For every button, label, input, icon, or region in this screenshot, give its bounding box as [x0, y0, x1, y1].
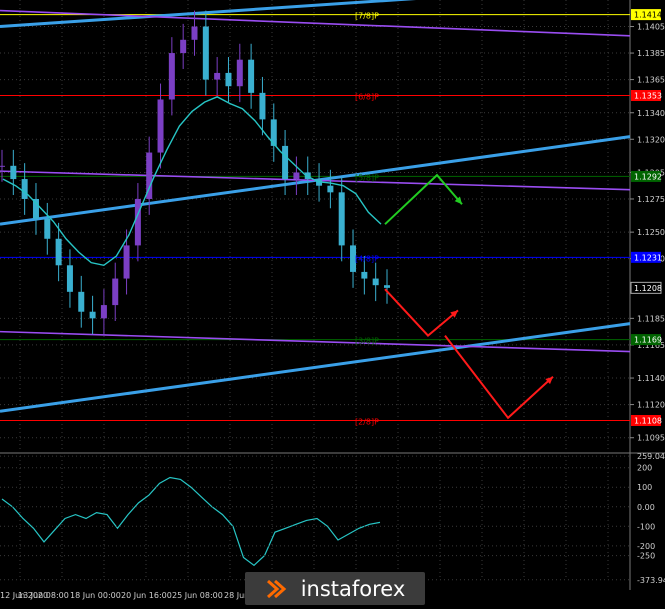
candle-body: [157, 99, 164, 153]
level-label: [2/8]P: [355, 417, 379, 426]
candle-body: [0, 165, 5, 167]
price-tag-label: 1.1231: [634, 253, 662, 262]
price-tag-label: 1.1414: [634, 11, 662, 20]
candle-body: [21, 179, 28, 199]
instaforex-watermark: instaforex: [245, 572, 425, 605]
level-label: [4/8]P: [355, 254, 379, 263]
candle-body: [214, 72, 221, 80]
candle-body: [180, 39, 187, 54]
time-axis-label: 20 Jun 16:00: [121, 591, 172, 600]
price-tick-label: 1.1275: [637, 195, 665, 204]
candle-body: [372, 278, 379, 286]
osc-tick-label: -250: [637, 552, 655, 561]
osc-tick-label: -373.947: [637, 576, 665, 585]
level-label: [5/8]P: [355, 173, 379, 182]
candle-body: [191, 26, 198, 40]
osc-tick-label: 259.041: [637, 452, 665, 461]
price-tick-label: 1.1320: [637, 135, 665, 144]
price-tick-label: 1.1385: [637, 49, 665, 58]
chart-canvas: [7/8]P [6/8]P [5/8]P [4/8]P [3/8]P [2/8]P 1.14…: [0, 0, 665, 605]
osc-tick-label: 200: [637, 464, 652, 473]
price-tick-label: 1.1120: [637, 401, 665, 410]
forex-chart: [7/8]P [6/8]P [5/8]P [4/8]P [3/8]P [2/8]P 1.14…: [0, 0, 665, 605]
level-label: [7/8]P: [355, 12, 379, 21]
candle-body: [123, 245, 130, 279]
candle-body: [134, 198, 141, 246]
time-axis-label: 18 Jun 00:00: [70, 591, 121, 600]
osc-tick-label: 100: [637, 483, 652, 492]
price-tick-label: 1.1340: [637, 109, 665, 118]
price-tick-label: 1.1405: [637, 23, 665, 32]
instaforex-logo-icon: [266, 579, 286, 598]
price-tick-label: 1.1185: [637, 314, 665, 323]
price-tick-label: 1.1250: [637, 228, 665, 237]
price-tag-label: 1.1208: [634, 284, 662, 293]
price-tag-label: 1.1292: [634, 172, 662, 181]
candle-body: [361, 271, 368, 279]
candle-body: [259, 92, 266, 120]
candle-body: [10, 165, 17, 180]
price-tag-label: 1.1353: [634, 92, 662, 101]
osc-tick-label: -200: [637, 542, 655, 551]
candle-body: [384, 285, 390, 288]
price-tick-label: 1.1365: [637, 76, 665, 85]
osc-tick-label: -100: [637, 522, 655, 531]
candle-body: [168, 53, 175, 100]
candle-body: [327, 185, 334, 193]
watermark-text: instaforex: [300, 576, 406, 601]
level-label: [3/8]P: [355, 337, 379, 346]
price-tick-label: 1.1140: [637, 374, 665, 383]
candle-body: [55, 238, 62, 266]
candle-body: [248, 59, 255, 93]
candle-body: [66, 265, 73, 292]
candle-body: [236, 59, 243, 87]
price-tick-label: 1.1095: [637, 434, 665, 443]
candle-body: [44, 218, 51, 239]
candle-body: [282, 145, 289, 180]
candle-body: [293, 172, 300, 180]
candle-body: [338, 192, 345, 246]
candle-body: [100, 305, 107, 319]
time-axis-label: 13 Jun 08:00: [18, 591, 69, 600]
price-tag-label: 1.1108: [634, 416, 662, 425]
candle-body: [78, 291, 85, 312]
candle-body: [112, 278, 119, 306]
candle-body: [202, 26, 209, 80]
level-label: [6/8]P: [355, 93, 379, 102]
time-axis-label: 25 Jun 08:00: [172, 591, 223, 600]
price-tag-label: 1.1169: [634, 336, 662, 345]
chart-background: [0, 0, 665, 605]
candle-body: [89, 311, 96, 319]
candle-body: [225, 72, 232, 87]
osc-tick-label: 0.00: [637, 503, 655, 512]
